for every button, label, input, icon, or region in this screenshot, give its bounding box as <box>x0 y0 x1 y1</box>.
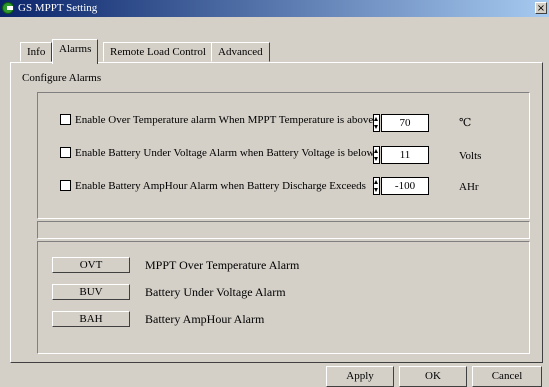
alarm-row-amphour: Enable Battery AmpHour Alarm when Batter… <box>60 180 366 194</box>
tab-label: Advanced <box>218 46 263 58</box>
tab-remote-load-control[interactable]: Remote Load Control <box>103 42 213 62</box>
bah-indicator[interactable]: BAH <box>52 311 130 327</box>
unit-label: Volts <box>459 150 482 162</box>
tab-label: Alarms <box>59 43 92 55</box>
amphour-checkbox[interactable] <box>60 180 71 191</box>
tab-label: Remote Load Control <box>110 46 206 58</box>
tab-info[interactable]: Info <box>20 42 53 62</box>
bah-description: Battery AmpHour Alarm <box>145 312 265 326</box>
under-voltage-checkbox[interactable] <box>60 147 71 158</box>
alarm-label: Enable Battery Under Voltage Alarm when … <box>75 147 375 159</box>
app-logo-icon <box>2 2 14 14</box>
unit-label: AHr <box>459 181 479 193</box>
tab-advanced[interactable]: Advanced <box>211 42 270 62</box>
under-voltage-spinner-icon[interactable] <box>373 146 380 164</box>
buv-indicator[interactable]: BUV <box>52 284 130 300</box>
over-temperature-field[interactable]: 70 <box>381 114 429 132</box>
title-bar: GS MPPT Setting × <box>0 0 549 17</box>
ovt-description: MPPT Over Temperature Alarm <box>145 258 300 272</box>
over-temperature-checkbox[interactable] <box>60 114 71 125</box>
apply-button[interactable]: Apply <box>326 366 394 387</box>
ovt-indicator[interactable]: OVT <box>52 257 130 273</box>
alarm-row-over-temperature: Enable Over Temperature alarm When MPPT … <box>60 114 373 128</box>
unit-label: ℃ <box>459 117 472 129</box>
amphour-field[interactable]: -100 <box>381 177 429 195</box>
close-icon[interactable]: × <box>535 2 547 14</box>
alarm-row-under-voltage: Enable Battery Under Voltage Alarm when … <box>60 147 374 161</box>
under-voltage-field[interactable]: 11 <box>381 146 429 164</box>
ok-button[interactable]: OK <box>399 366 467 387</box>
status-strip <box>37 221 530 239</box>
tab-alarms[interactable]: Alarms <box>52 39 99 64</box>
alarm-label: Enable Over Temperature alarm When MPPT … <box>75 114 374 126</box>
group-title: Configure Alarms <box>22 72 102 84</box>
alarm-label: Enable Battery AmpHour Alarm when Batter… <box>75 180 366 192</box>
buv-description: Battery Under Voltage Alarm <box>145 285 286 299</box>
over-temperature-spinner-icon[interactable] <box>373 114 380 132</box>
amphour-spinner-icon[interactable] <box>373 177 380 195</box>
window-title: GS MPPT Setting <box>18 2 98 14</box>
cancel-button[interactable]: Cancel <box>472 366 542 387</box>
tab-label: Info <box>27 46 46 58</box>
